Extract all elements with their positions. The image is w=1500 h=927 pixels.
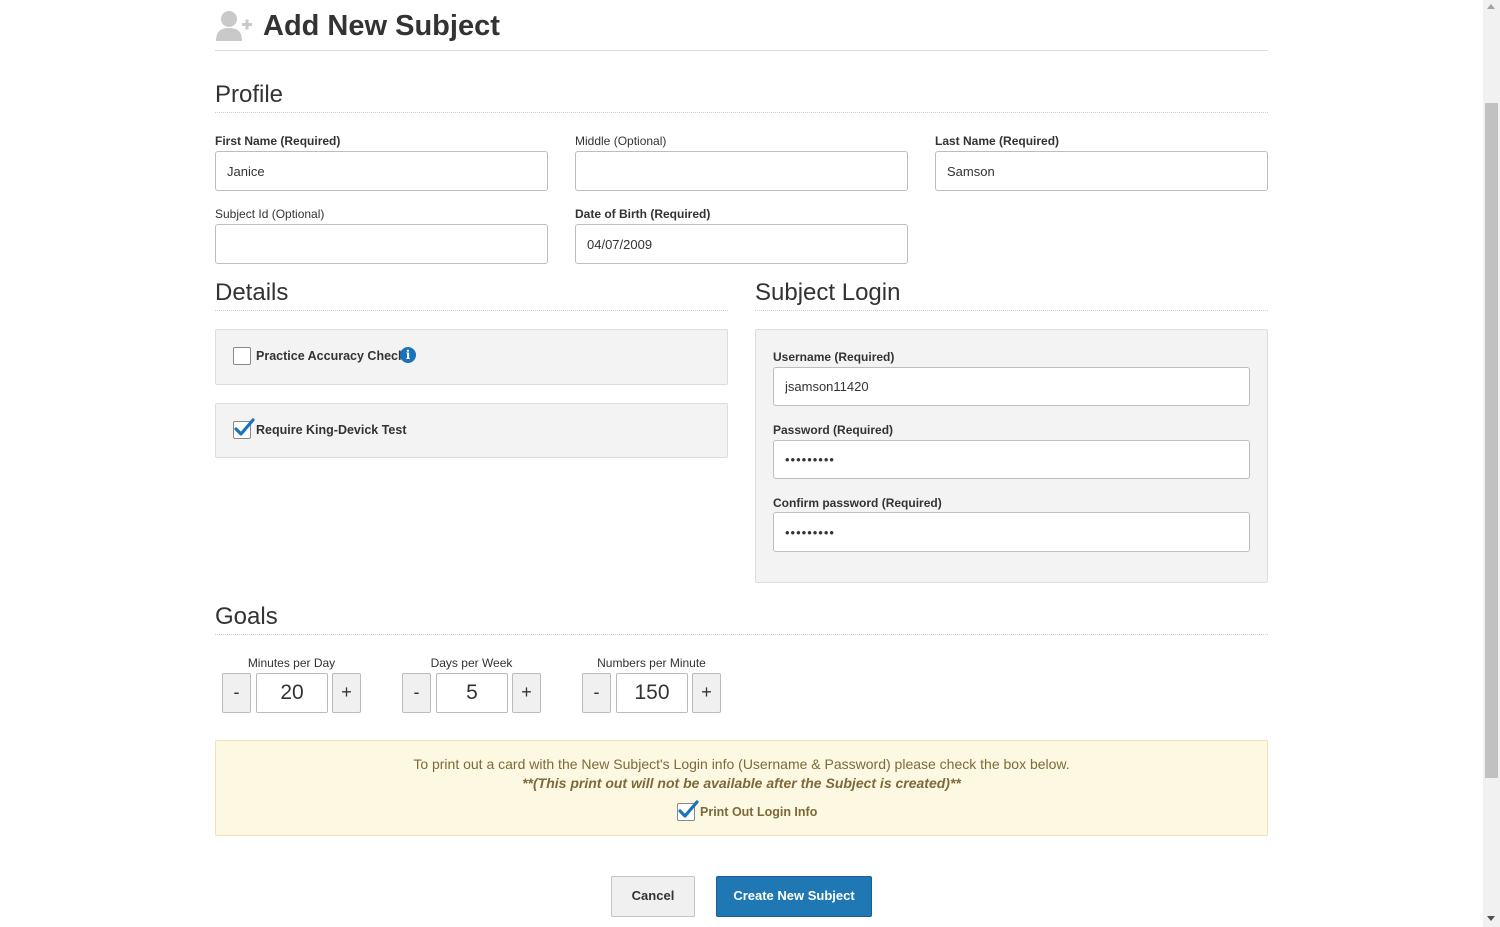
days-decrement-button[interactable]: -	[402, 673, 431, 713]
title-divider	[215, 50, 1268, 51]
add-user-icon	[216, 10, 254, 42]
print-notice-text: To print out a card with the New Subject…	[413, 756, 1070, 772]
scrollbar-thumb[interactable]	[1485, 103, 1498, 778]
king-devick-label: Require King-Devick Test	[256, 423, 407, 437]
username-input[interactable]	[773, 367, 1250, 406]
subject-id-label: Subject Id (Optional)	[215, 207, 325, 221]
info-icon[interactable]: i	[400, 347, 416, 363]
practice-accuracy-label: Practice Accuracy Check	[256, 349, 405, 363]
login-divider	[755, 310, 1268, 311]
checkmark-icon	[234, 418, 255, 436]
print-login-label: Print Out Login Info	[700, 805, 818, 819]
goals-divider	[215, 634, 1268, 635]
days-per-week-label: Days per Week	[430, 656, 513, 670]
dob-input[interactable]	[575, 224, 908, 264]
profile-section-title: Profile	[215, 81, 284, 108]
print-login-checkbox[interactable]	[677, 800, 699, 821]
password-input[interactable]	[773, 440, 1250, 479]
dob-label: Date of Birth (Required)	[575, 207, 711, 221]
numbers-increment-button[interactable]: +	[692, 673, 721, 713]
minutes-value[interactable]: 20	[256, 673, 328, 713]
confirm-password-input[interactable]	[773, 512, 1250, 552]
cancel-button[interactable]: Cancel	[611, 876, 695, 917]
scroll-up-icon[interactable]	[1487, 4, 1495, 9]
middle-name-label: Middle (Optional)	[575, 134, 667, 148]
username-label: Username (Required)	[773, 350, 895, 364]
numbers-value[interactable]: 150	[616, 673, 688, 713]
goals-section-title: Goals	[215, 603, 278, 630]
first-name-label: First Name (Required)	[215, 134, 341, 148]
subject-id-input[interactable]	[215, 224, 548, 264]
first-name-input[interactable]	[215, 151, 548, 191]
middle-name-input[interactable]	[575, 151, 908, 191]
create-subject-button[interactable]: Create New Subject	[716, 876, 872, 917]
details-divider	[215, 310, 728, 311]
profile-divider	[215, 112, 1268, 113]
numbers-per-minute-label: Numbers per Minute	[597, 656, 706, 670]
print-notice-warning: **(This print out will not be available …	[522, 775, 961, 791]
page-title: Add New Subject	[263, 10, 500, 42]
minutes-increment-button[interactable]: +	[332, 673, 361, 713]
last-name-input[interactable]	[935, 151, 1268, 191]
numbers-decrement-button[interactable]: -	[582, 673, 611, 713]
practice-accuracy-checkbox[interactable]	[233, 347, 251, 365]
confirm-password-label: Confirm password (Required)	[773, 496, 942, 510]
days-value[interactable]: 5	[436, 673, 508, 713]
days-increment-button[interactable]: +	[512, 673, 541, 713]
minutes-per-day-label: Minutes per Day	[247, 656, 336, 670]
login-section-title: Subject Login	[755, 279, 901, 306]
king-devick-checkbox[interactable]	[233, 418, 255, 439]
details-section-title: Details	[215, 279, 289, 306]
minutes-decrement-button[interactable]: -	[222, 673, 251, 713]
checkmark-icon	[678, 800, 699, 818]
last-name-label: Last Name (Required)	[935, 134, 1060, 148]
scroll-down-icon[interactable]	[1487, 916, 1495, 921]
password-label: Password (Required)	[773, 423, 894, 437]
